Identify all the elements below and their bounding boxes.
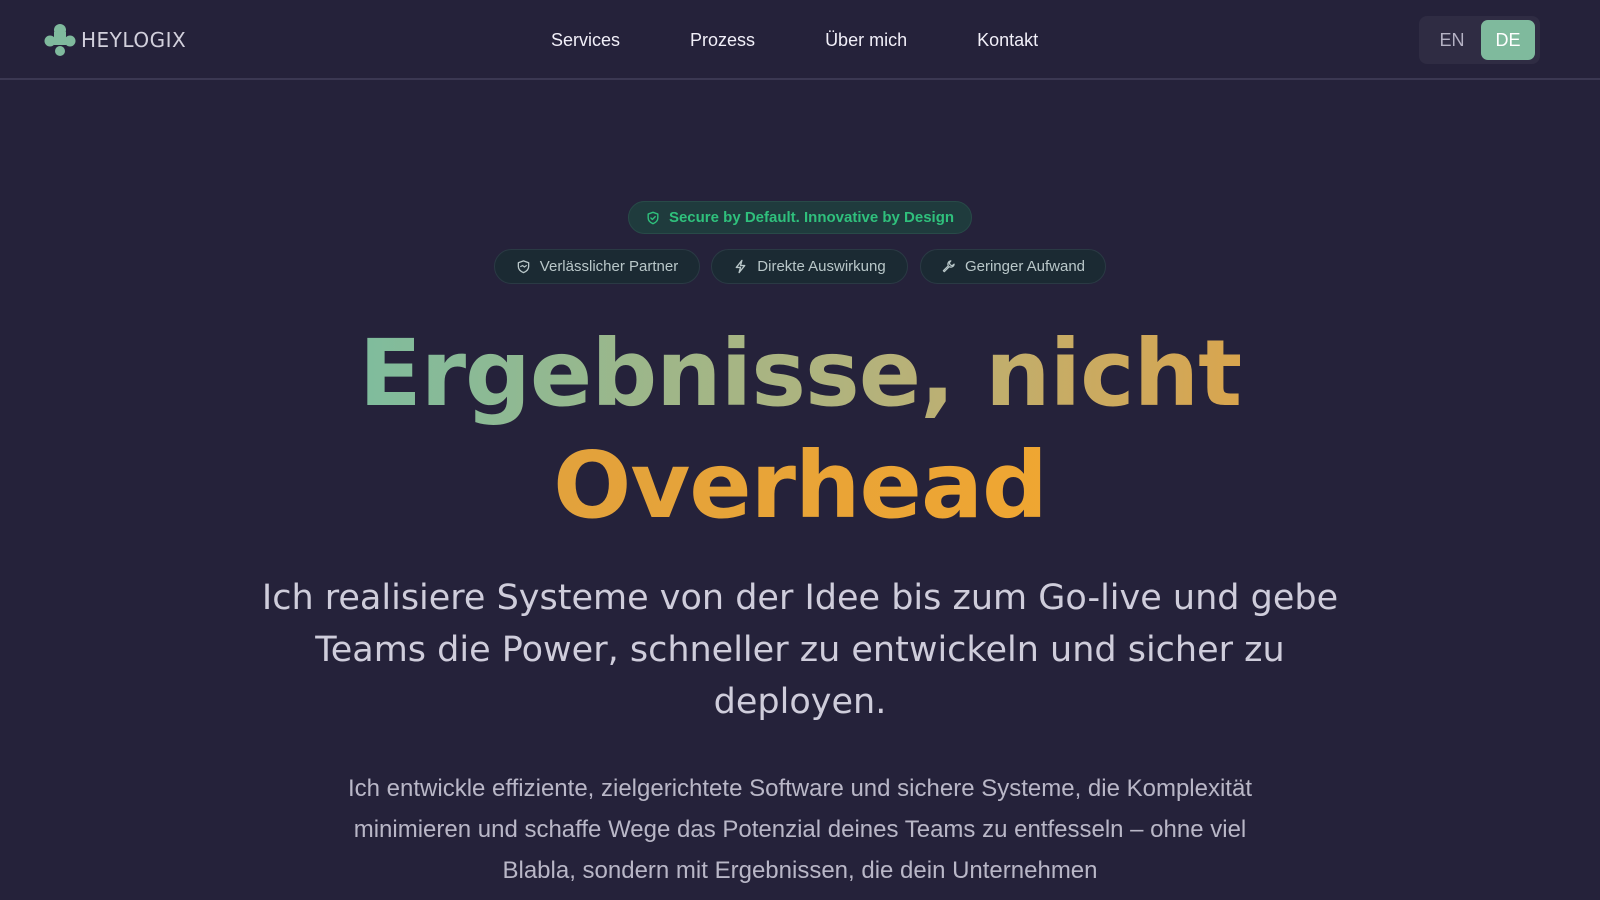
logo-icon [44, 24, 76, 56]
shield-icon [647, 211, 659, 224]
logo[interactable]: HEYLOGIX [43, 22, 186, 58]
hero-subheadline: Ich realisiere Systeme von der Idee bis … [261, 578, 1339, 722]
headline-text-1: Ergebnisse, nicht [359, 318, 1242, 430]
nav-item-ueber-mich[interactable]: Über mich [825, 27, 907, 53]
site-header: HEYLOGIX Services Prozess Über mich Kont… [0, 0, 1600, 80]
nav-item-kontakt[interactable]: Kontakt [977, 27, 1038, 53]
chip-direkte-auswirkung: Direkte Auswirkung [711, 249, 908, 284]
page: HEYLOGIX Services Prozess Über mich Kont… [0, 0, 1600, 900]
secure-badge: Secure by Default. Innovative by Design [628, 201, 972, 234]
chip-verlaesslicher-partner: Verlässlicher Partner [494, 249, 700, 284]
nav-item-prozess[interactable]: Prozess [690, 27, 755, 53]
handshake-icon [517, 260, 530, 274]
chip-geringer-aufwand: Geringer Aufwand [920, 249, 1106, 284]
language-switcher: EN DE [1419, 16, 1540, 64]
chip-label: Verlässlicher Partner [539, 258, 679, 275]
secure-badge-label: Secure by Default. Innovative by Design [668, 209, 955, 226]
main-nav: Services Prozess Über mich Kontakt [551, 27, 1038, 53]
hero-body-text: Ich entwickle effiziente, zielgerichtete… [347, 775, 1252, 884]
lang-button-de[interactable]: DE [1481, 20, 1535, 60]
headline-line-1: Ergebnisse, nicht [0, 318, 1600, 430]
headline-line-2: Overhead [0, 430, 1600, 542]
chip-label: Geringer Aufwand [964, 258, 1086, 275]
chip-label: Direkte Auswirkung [757, 258, 886, 275]
logo-text: HEYLOGIX [81, 28, 187, 52]
lightning-icon [735, 259, 746, 274]
nav-item-services[interactable]: Services [551, 27, 620, 53]
headline-text-2: Overhead [553, 430, 1048, 542]
lang-button-en[interactable]: EN [1423, 20, 1481, 60]
wrench-icon [942, 260, 955, 273]
